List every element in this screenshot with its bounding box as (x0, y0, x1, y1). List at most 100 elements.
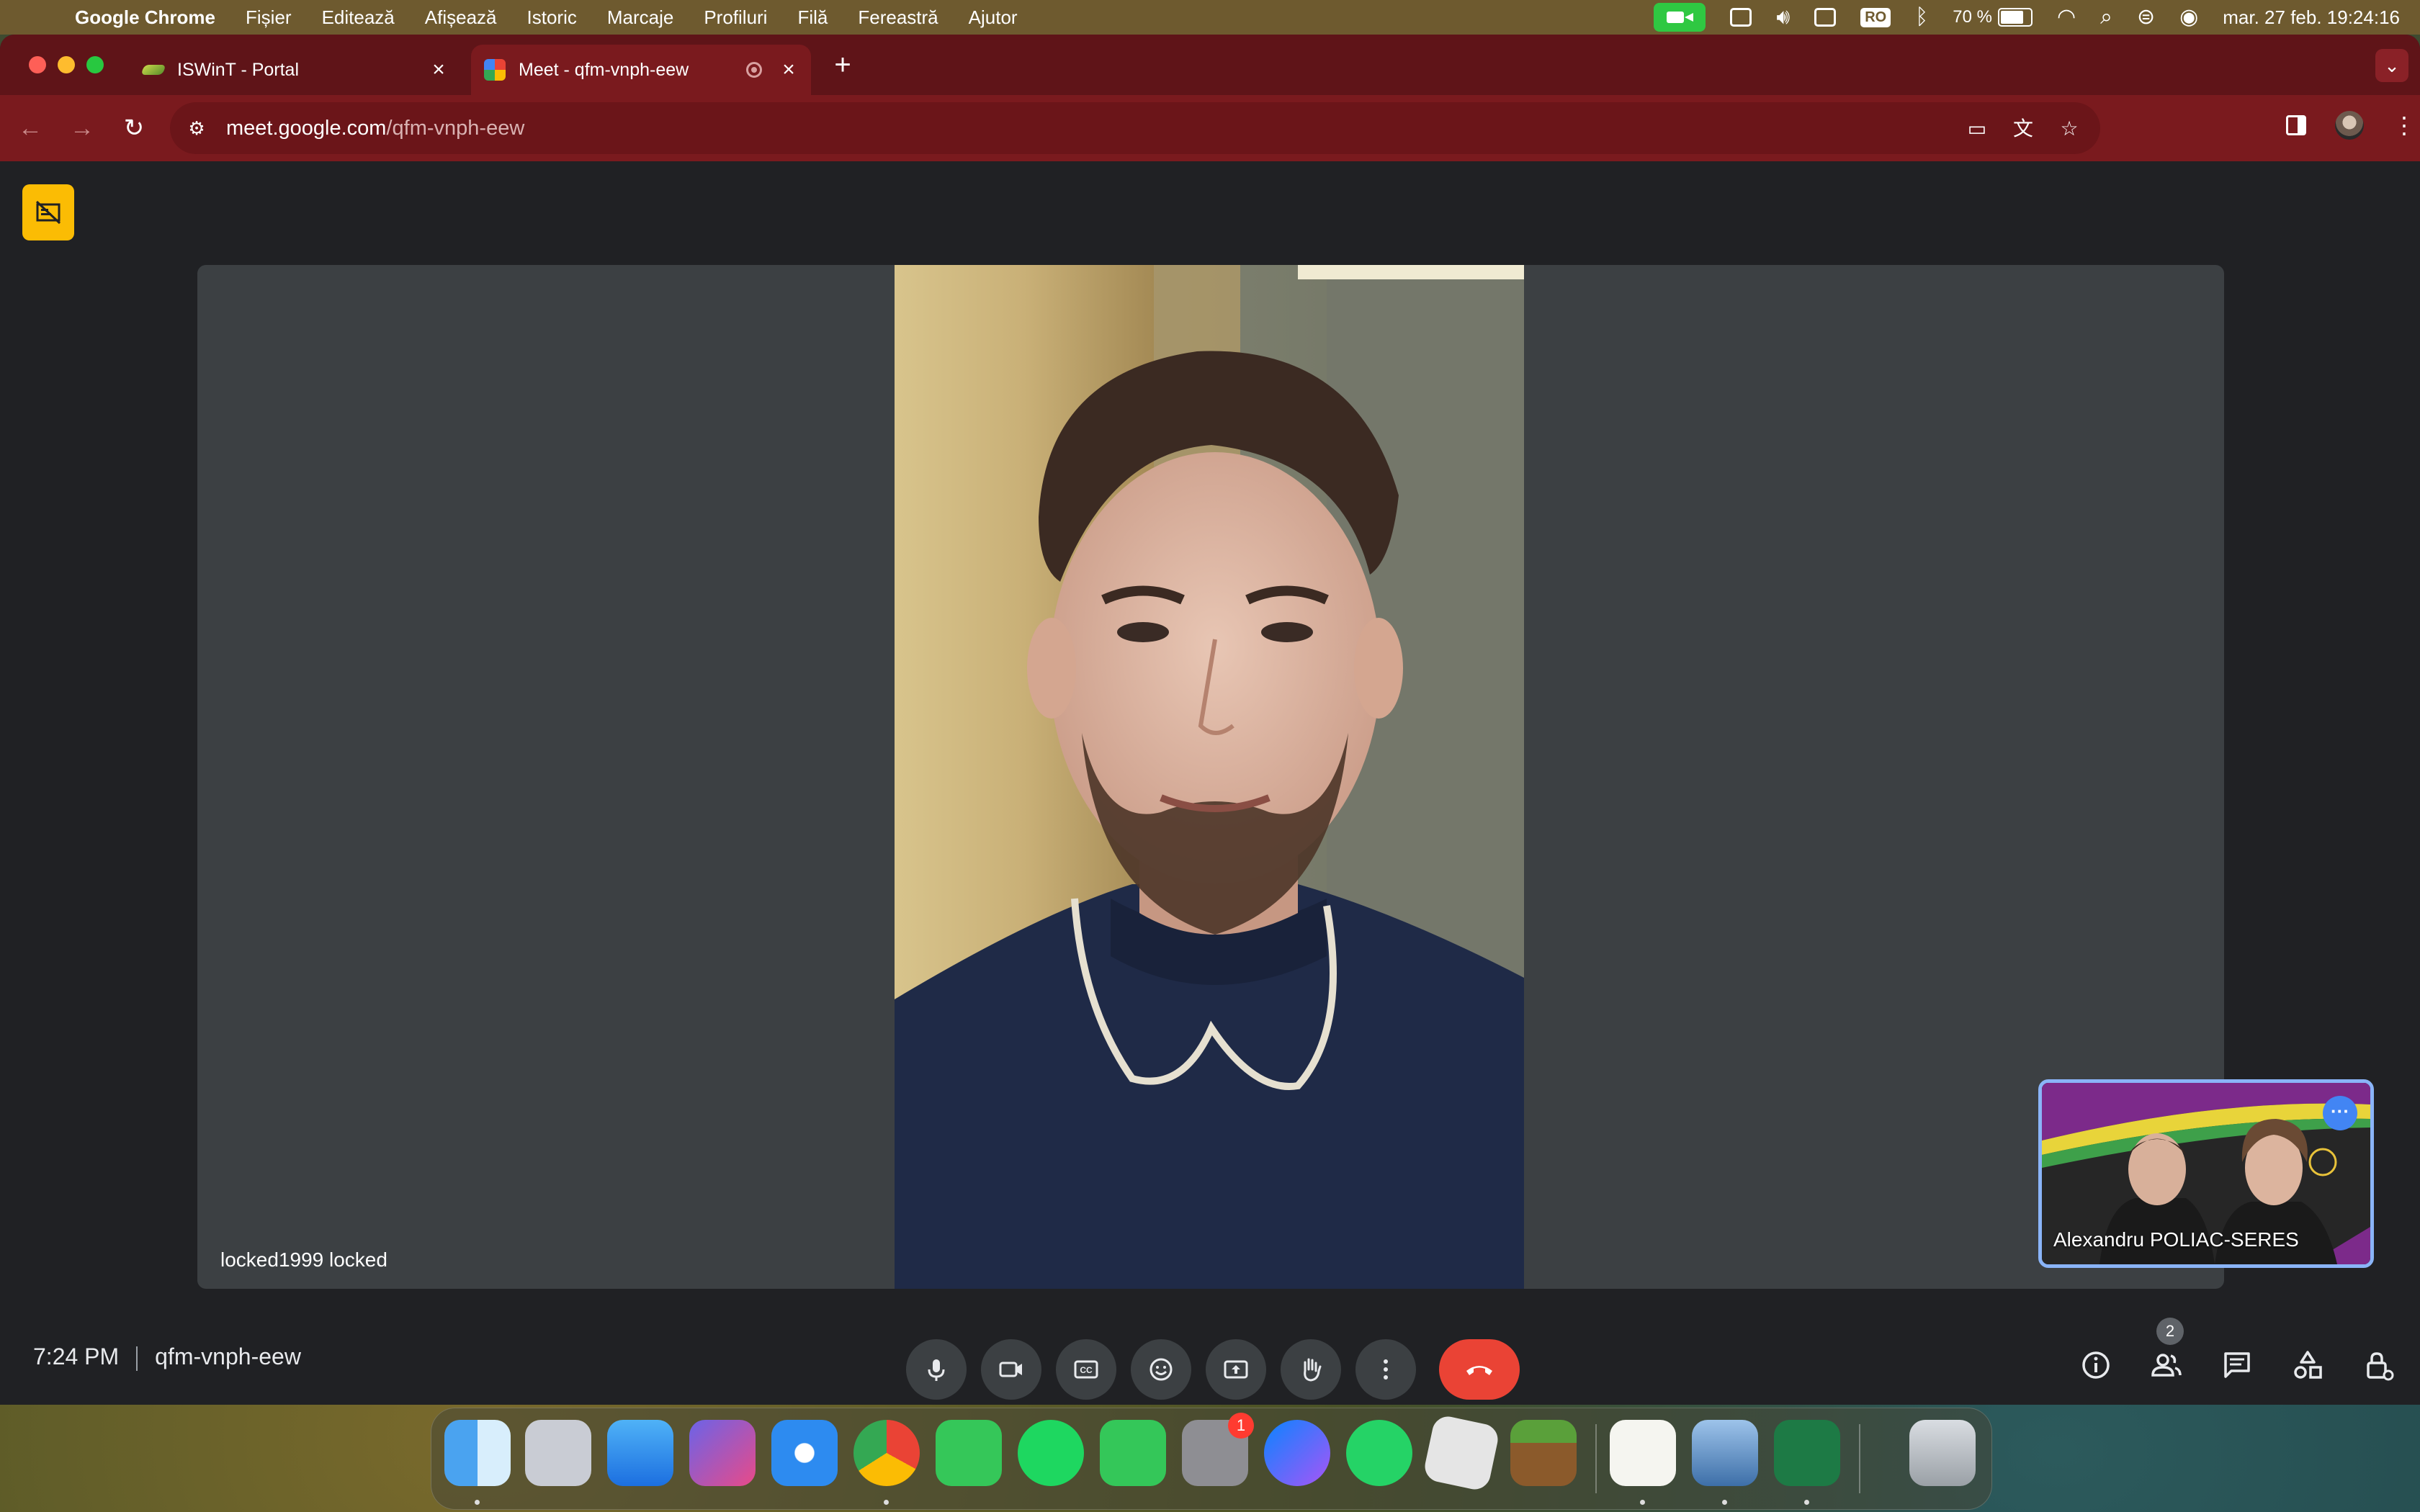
more-options-button[interactable] (1355, 1339, 1416, 1400)
meeting-time-and-code: 7:24 PM qfm-vnph-eew (33, 1344, 301, 1371)
battery-indicator[interactable]: 70 % (1953, 7, 2033, 27)
menu-view[interactable]: Afișează (425, 6, 497, 29)
present-icon (1224, 1360, 1248, 1379)
leave-call-button[interactable] (1439, 1339, 1520, 1400)
spotlight-search-icon[interactable]: ⌕ (2100, 6, 2112, 28)
dock-running-indicator (1804, 1500, 1809, 1505)
dock-preview-icon[interactable] (1692, 1420, 1758, 1486)
activities-button[interactable] (2290, 1348, 2325, 1382)
participant-thumbnail[interactable]: ··· Alexandru POLIAC-SERES (2038, 1079, 2374, 1268)
dock-safari-icon[interactable] (771, 1420, 838, 1486)
notification-badge: 1 (1228, 1413, 1254, 1439)
volume-icon[interactable]: 🔊︎ (1776, 6, 1790, 28)
menu-profiles[interactable]: Profiluri (704, 6, 767, 29)
dock-mail-icon[interactable] (607, 1420, 673, 1486)
tab-meet[interactable]: Meet - qfm-vnph-eew × (471, 45, 811, 95)
url-text[interactable]: meet.google.com/qfm-vnph-eew (226, 102, 524, 154)
toolbar-right: ⋮ (2286, 111, 2416, 140)
bookmark-star-icon[interactable]: ☆ (2057, 117, 2081, 141)
emoji-reactions-button[interactable] (1131, 1339, 1191, 1400)
dock-affinity-icon[interactable] (689, 1420, 756, 1486)
chrome-window: ISWinT - Portal × Meet - qfm-vnph-eew × … (0, 35, 2420, 1405)
new-tab-button[interactable]: + (827, 49, 859, 81)
tab-close-icon[interactable]: × (778, 58, 799, 82)
dock-separator (1859, 1424, 1860, 1493)
window-close-button[interactable] (29, 56, 46, 73)
microphone-icon (928, 1359, 945, 1381)
dock-textedit-icon[interactable] (1610, 1420, 1676, 1486)
tab-iswint-portal[interactable]: ISWinT - Portal × (130, 45, 461, 95)
host-controls-button[interactable] (2361, 1348, 2396, 1382)
control-center-icon[interactable]: ⊜ (2137, 6, 2155, 28)
camera-in-use-icon[interactable]: ▭ (1965, 117, 1989, 141)
tab-close-icon[interactable]: × (428, 58, 449, 82)
thumbnail-more-options-icon[interactable]: ··· (2323, 1096, 2357, 1130)
screen-mirroring-icon[interactable] (1730, 8, 1752, 27)
people-button[interactable]: 2 (2149, 1318, 2184, 1382)
dock-trash-icon[interactable] (1909, 1420, 1976, 1486)
dock-running-indicator (1722, 1500, 1727, 1505)
people-count-badge: 2 (2156, 1318, 2184, 1345)
more-vert-icon (1384, 1359, 1388, 1380)
url-path: /qfm-vnph-eew (386, 117, 525, 140)
input-source-badge[interactable]: RO (1860, 7, 1891, 27)
chat-button[interactable] (2220, 1348, 2254, 1382)
stage-manager-icon[interactable] (1814, 8, 1837, 27)
main-participant-name: locked1999 locked (220, 1248, 387, 1271)
dock-messages-icon[interactable] (936, 1420, 1002, 1486)
menu-help[interactable]: Ajutor (969, 6, 1018, 29)
translate-icon[interactable]: 文 (2011, 117, 2035, 141)
meeting-code[interactable]: qfm-vnph-eew (155, 1344, 301, 1369)
menu-tab[interactable]: Filă (797, 6, 828, 29)
window-minimize-button[interactable] (58, 56, 75, 73)
siri-icon[interactable]: ◉ (2179, 6, 2198, 28)
menu-bar-status-area: 🔊︎ RO ᛒ 70 % ◠ ⌕ ⊜ ◉ mar. 27 feb. 19:24:… (1654, 0, 2400, 35)
chat-icon (2224, 1352, 2250, 1378)
dock-system-settings-icon[interactable]: 1 (1182, 1413, 1254, 1486)
participant-video (895, 265, 1524, 1289)
chrome-menu-icon[interactable]: ⋮ (2393, 112, 2416, 139)
site-info-icon[interactable]: ⚙ (184, 117, 209, 140)
dock-spotify-icon[interactable] (1018, 1420, 1084, 1486)
dock-minecraft-icon[interactable] (1510, 1420, 1577, 1486)
self-view-hidden-icon[interactable] (22, 184, 74, 240)
camera-in-use-icon[interactable] (1654, 3, 1706, 32)
present-screen-button[interactable] (1206, 1339, 1266, 1400)
svg-text:CC: CC (1080, 1365, 1093, 1375)
captions-button[interactable]: CC (1056, 1339, 1116, 1400)
side-panel-icon[interactable] (2286, 115, 2306, 135)
bluetooth-icon[interactable]: ᛒ (1915, 6, 1928, 28)
recording-indicator-icon (746, 62, 762, 78)
menu-history[interactable]: Istoric (527, 6, 577, 29)
back-button[interactable]: ← (14, 112, 46, 144)
menu-bar-clock[interactable]: mar. 27 feb. 19:24:16 (2223, 6, 2400, 29)
menu-bookmarks[interactable]: Marcaje (607, 6, 673, 29)
microphone-button[interactable] (906, 1339, 967, 1400)
camera-button[interactable] (981, 1339, 1041, 1400)
dock-messenger-icon[interactable] (1264, 1420, 1330, 1486)
window-zoom-button[interactable] (86, 56, 104, 73)
dock-whatsapp-icon[interactable] (1346, 1420, 1412, 1486)
dock-launchpad-icon[interactable] (525, 1420, 591, 1486)
dock-chrome-icon[interactable] (853, 1420, 920, 1486)
menu-app-name[interactable]: Google Chrome (75, 6, 215, 29)
dock-cursor-icon[interactable] (1100, 1420, 1166, 1486)
apple-logo-icon[interactable] (27, 5, 49, 30)
dock-finder-icon[interactable] (444, 1420, 511, 1486)
menu-file[interactable]: Fișier (246, 6, 292, 29)
raise-hand-button[interactable] (1281, 1339, 1341, 1400)
dock-excel-icon[interactable] (1774, 1420, 1840, 1486)
menu-window[interactable]: Fereastră (858, 6, 938, 29)
profile-avatar[interactable] (2335, 111, 2364, 140)
address-bar[interactable]: ⚙ meet.google.com/qfm-vnph-eew ▭ 文 ☆ (170, 102, 2100, 154)
tab-search-button[interactable]: ⌄ (2375, 49, 2408, 82)
forward-button[interactable]: → (66, 112, 98, 144)
wifi-icon[interactable]: ◠ (2057, 6, 2076, 28)
reload-button[interactable]: ↻ (118, 112, 150, 144)
meet-page: locked1999 locked ··· Alexandru POLIAC-S… (0, 161, 2420, 1405)
hang-up-icon (1466, 1366, 1492, 1375)
meeting-details-button[interactable] (2079, 1348, 2113, 1382)
menu-edit[interactable]: Editează (322, 6, 395, 29)
battery-percent: 70 % (1953, 7, 1992, 27)
dock-roblox-icon[interactable] (1422, 1413, 1501, 1493)
